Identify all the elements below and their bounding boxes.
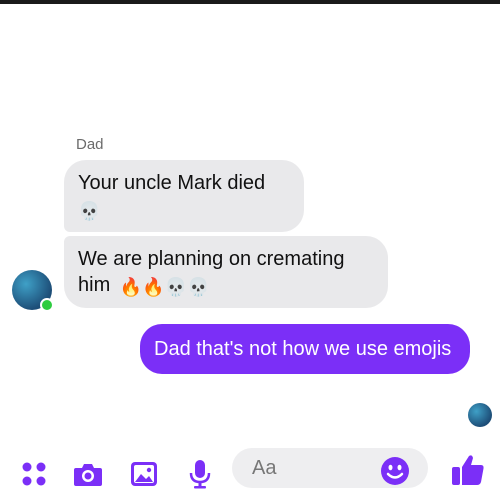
sender-name: Dad	[76, 136, 104, 153]
microphone-icon[interactable]	[184, 458, 216, 490]
incoming-message[interactable]: Your uncle Mark died 💀	[64, 160, 304, 232]
message-input-placeholder: Aa	[252, 457, 277, 479]
read-receipt-avatar	[468, 403, 492, 427]
camera-icon[interactable]	[72, 458, 104, 490]
skull-emoji: 💀	[78, 201, 101, 221]
apps-grid-icon[interactable]	[18, 458, 50, 490]
status-bar-edge	[0, 0, 500, 4]
image-icon[interactable]	[128, 458, 160, 490]
fire-skull-emojis: 🔥🔥💀💀	[119, 277, 210, 297]
message-text: Your uncle Mark died	[78, 172, 266, 194]
emoji-icon[interactable]	[380, 456, 410, 491]
message-text: Dad that's not how we use emojis	[154, 338, 452, 360]
online-status-indicator	[40, 298, 54, 312]
message-text: We are planning on cremating him	[78, 248, 345, 296]
outgoing-message[interactable]: Dad that's not how we use emojis	[140, 324, 470, 374]
incoming-message[interactable]: We are planning on cremating him 🔥🔥💀💀	[64, 236, 388, 308]
thumbs-up-icon[interactable]	[448, 452, 488, 488]
